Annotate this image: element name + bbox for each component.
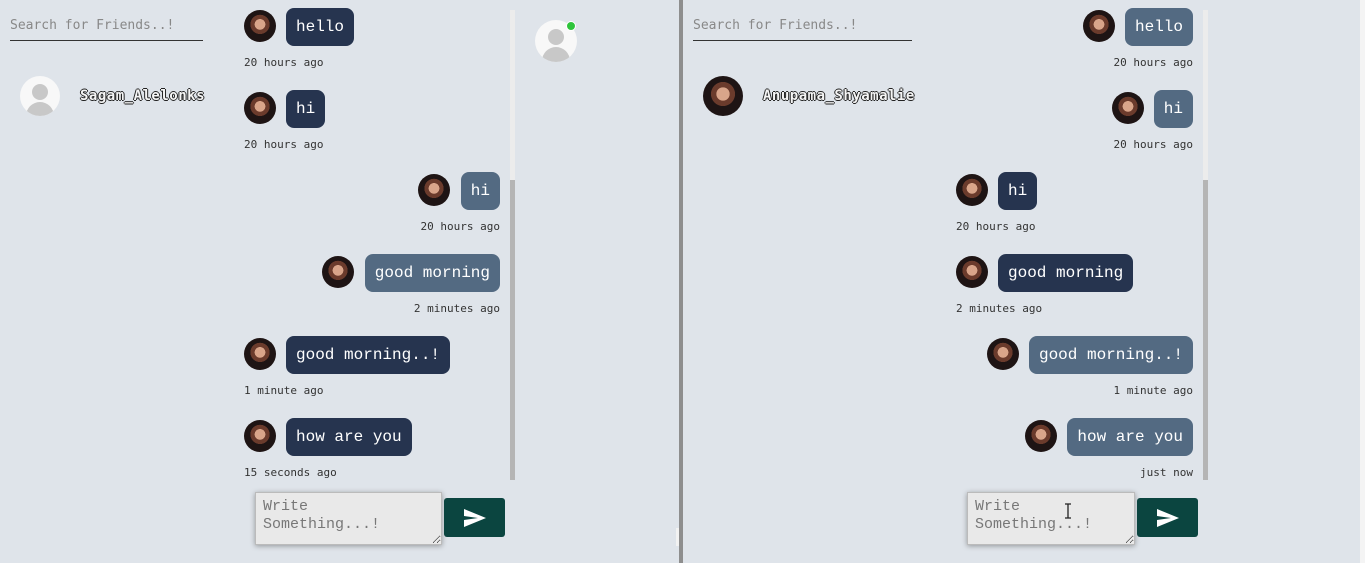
sender-avatar <box>244 92 276 124</box>
message-row: hi 20 hours ago <box>244 164 500 246</box>
message-timestamp: 20 hours ago <box>1113 138 1193 151</box>
message-timestamp: 20 hours ago <box>244 56 324 69</box>
sender-avatar <box>1083 10 1115 42</box>
message-row: how are you just now <box>956 410 1193 482</box>
message-list: hello 20 hours ago hi 20 hours ago hi 20… <box>244 0 500 482</box>
message-row: good morning 2 minutes ago <box>244 246 500 328</box>
message-scrollbar[interactable] <box>510 10 515 480</box>
send-icon <box>1156 508 1179 527</box>
message-input[interactable] <box>255 492 442 545</box>
sender-avatar <box>244 338 276 370</box>
friend-list-item[interactable]: Anupama_Shyamalie <box>703 76 915 116</box>
message-timestamp: 20 hours ago <box>244 138 324 151</box>
friend-list-item[interactable]: Sagam_Alelonks <box>20 76 205 116</box>
friend-search-input[interactable] <box>693 14 912 41</box>
user-icon <box>20 76 60 116</box>
text-cursor-icon <box>1065 503 1071 519</box>
sender-avatar <box>1025 420 1057 452</box>
message-row: good morning..! 1 minute ago <box>956 328 1193 410</box>
message-bubble: hi <box>286 90 326 128</box>
message-input[interactable] <box>967 492 1135 545</box>
sender-avatar <box>956 256 988 288</box>
message-timestamp: just now <box>1140 466 1193 479</box>
message-bubble: how are you <box>1067 418 1193 456</box>
send-button[interactable] <box>1137 498 1198 537</box>
message-row: hi 20 hours ago <box>956 82 1193 164</box>
friend-avatar <box>703 76 743 116</box>
message-timestamp: 20 hours ago <box>956 220 1036 233</box>
message-bubble: hi <box>1153 90 1193 128</box>
message-row: hello 20 hours ago <box>244 0 500 82</box>
sender-avatar <box>987 338 1019 370</box>
sender-avatar <box>244 10 276 42</box>
message-row: hello 20 hours ago <box>956 0 1193 82</box>
message-bubble: hi <box>460 172 500 210</box>
left-chat-window: Sagam_Alelonks hello 20 hours ago hi 20 … <box>0 0 679 563</box>
sender-avatar <box>322 256 354 288</box>
message-bubble: hi <box>998 172 1038 210</box>
friend-name: Sagam_Alelonks <box>80 88 206 104</box>
message-timestamp: 1 minute ago <box>1113 384 1193 397</box>
message-composer <box>255 492 505 545</box>
message-list: hello 20 hours ago hi 20 hours ago hi 20… <box>956 0 1193 482</box>
message-bubble: good morning <box>998 254 1134 292</box>
message-bubble: good morning..! <box>1028 336 1193 374</box>
message-bubble: good morning <box>364 254 500 292</box>
sender-avatar <box>1112 92 1144 124</box>
friend-name: Anupama_Shyamalie <box>763 88 915 104</box>
message-timestamp: 2 minutes ago <box>956 302 1043 315</box>
window-divider-stub <box>676 528 679 546</box>
current-user-avatar[interactable] <box>535 20 577 62</box>
message-bubble: how are you <box>286 418 412 456</box>
message-row: hi 20 hours ago <box>956 164 1193 246</box>
message-row: hi 20 hours ago <box>244 82 500 164</box>
message-timestamp: 20 hours ago <box>1113 56 1193 69</box>
scrollbar-thumb[interactable] <box>1203 180 1208 480</box>
message-composer <box>967 492 1198 545</box>
message-scrollbar[interactable] <box>1203 10 1208 480</box>
send-button[interactable] <box>444 498 505 537</box>
friend-search-input[interactable] <box>10 14 203 41</box>
message-timestamp: 1 minute ago <box>244 384 324 397</box>
scrollbar-thumb[interactable] <box>510 180 515 480</box>
sender-avatar <box>418 174 450 206</box>
online-status-indicator <box>566 21 576 31</box>
message-bubble: good morning..! <box>286 336 451 374</box>
message-timestamp: 2 minutes ago <box>413 302 500 315</box>
message-bubble: hello <box>1124 8 1193 46</box>
message-row: how are you 15 seconds ago <box>244 410 500 482</box>
message-row: good morning 2 minutes ago <box>956 246 1193 328</box>
sender-avatar <box>956 174 988 206</box>
sender-avatar <box>244 420 276 452</box>
message-timestamp: 20 hours ago <box>420 220 500 233</box>
right-chat-window: Anupama_Shyamalie hello 20 hours ago hi … <box>683 0 1365 563</box>
message-row: good morning..! 1 minute ago <box>244 328 500 410</box>
send-icon <box>463 508 486 527</box>
message-timestamp: 15 seconds ago <box>244 466 337 479</box>
window-edge <box>1360 0 1365 563</box>
message-bubble: hello <box>286 8 355 46</box>
